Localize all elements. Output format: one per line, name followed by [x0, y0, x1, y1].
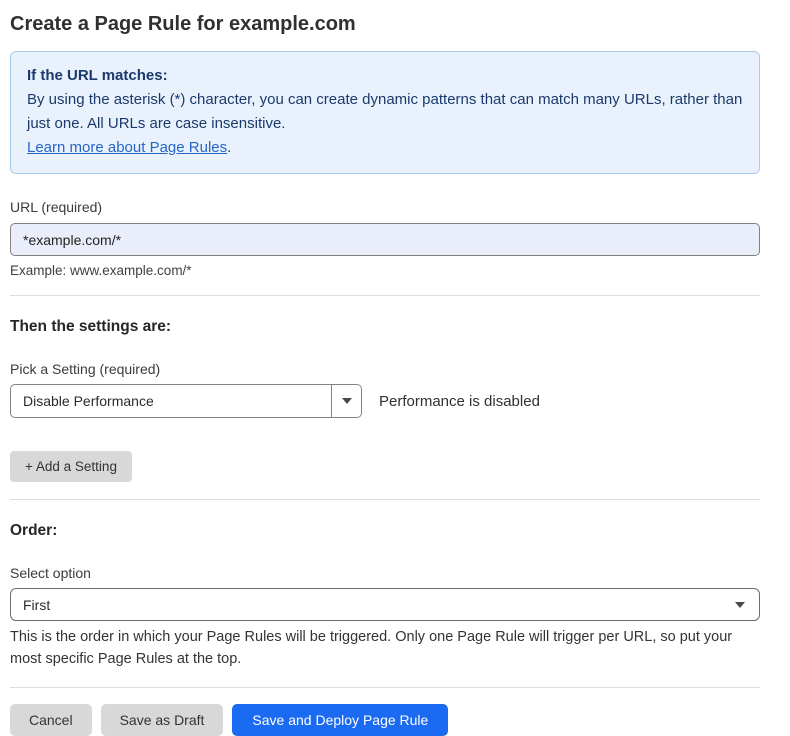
order-description: This is the order in which your Page Rul… — [10, 626, 755, 670]
learn-more-link[interactable]: Learn more about Page Rules — [27, 139, 227, 156]
save-as-draft-button[interactable]: Save as Draft — [101, 704, 224, 736]
info-box-link-line: Learn more about Page Rules. — [27, 136, 743, 160]
setting-row: Disable Performance Performance is disab… — [10, 384, 760, 418]
setting-select-value: Disable Performance — [11, 385, 331, 417]
save-and-deploy-button[interactable]: Save and Deploy Page Rule — [232, 704, 448, 736]
url-input[interactable] — [10, 223, 760, 256]
info-box-heading: If the URL matches: — [27, 64, 743, 88]
url-match-info-box: If the URL matches: By using the asteris… — [10, 51, 760, 174]
setting-select-dropdown[interactable]: Disable Performance — [10, 384, 362, 418]
create-page-rule-form: Create a Page Rule for example.com If th… — [0, 12, 790, 736]
footer-actions: Cancel Save as Draft Save and Deploy Pag… — [10, 704, 760, 736]
caret-down-icon — [735, 602, 745, 608]
caret-down-icon — [342, 398, 352, 404]
cancel-button[interactable]: Cancel — [10, 704, 92, 736]
url-example-helper: Example: www.example.com/* — [10, 263, 760, 278]
order-select-label: Select option — [10, 565, 760, 581]
setting-select-arrow-button[interactable] — [331, 385, 361, 417]
url-field-label: URL (required) — [10, 199, 760, 215]
divider — [10, 687, 760, 688]
divider — [10, 295, 760, 296]
page-title: Create a Page Rule for example.com — [10, 12, 760, 36]
settings-section-heading: Then the settings are: — [10, 318, 760, 336]
add-setting-button[interactable]: + Add a Setting — [10, 451, 132, 482]
pick-setting-label: Pick a Setting (required) — [10, 361, 760, 377]
order-select-value: First — [23, 597, 50, 613]
order-select-dropdown[interactable]: First — [10, 588, 760, 621]
setting-status-text: Performance is disabled — [379, 393, 540, 410]
info-box-body: By using the asterisk (*) character, you… — [27, 88, 743, 136]
order-section-heading: Order: — [10, 522, 760, 540]
link-suffix: . — [227, 139, 231, 156]
divider — [10, 499, 760, 500]
